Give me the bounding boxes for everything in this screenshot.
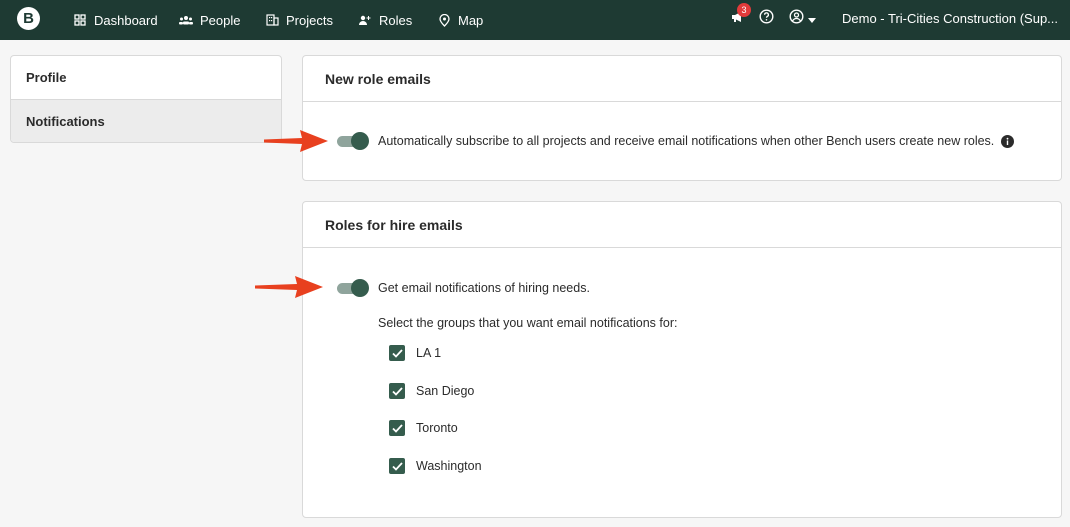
checkmark-icon (391, 461, 403, 471)
sidebar-item-profile[interactable]: Profile (11, 56, 281, 99)
roles-for-hire-emails-card: Roles for hire emails Get email notifica… (302, 201, 1062, 518)
group-label: Toronto (416, 421, 458, 435)
group-checkbox-row[interactable]: Washington (389, 458, 482, 474)
roles-for-hire-toggle[interactable] (337, 279, 369, 297)
new-role-emails-title: New role emails (303, 56, 1061, 102)
nav-map[interactable]: Map (437, 0, 483, 40)
sidebar-item-notifications[interactable]: Notifications (11, 99, 281, 142)
nav-people-label: People (200, 12, 241, 28)
toggle-knob (351, 132, 369, 150)
nav-map-label: Map (458, 12, 484, 28)
roles-icon (358, 13, 372, 27)
toggle-knob (351, 279, 369, 297)
info-icon[interactable] (1001, 134, 1015, 148)
roles-for-hire-toggle-label: Get email notifications of hiring needs. (378, 281, 590, 295)
checkmark-icon (391, 423, 403, 433)
group-checkbox-row[interactable]: LA 1 (389, 345, 441, 361)
checkmark-icon (391, 348, 403, 358)
group-checkbox[interactable] (389, 458, 405, 474)
new-role-emails-toggle[interactable] (337, 132, 369, 150)
nav-projects[interactable]: Projects (265, 0, 333, 40)
account-menu-button[interactable] (786, 9, 818, 29)
group-label: LA 1 (416, 346, 442, 360)
map-pin-icon (437, 13, 451, 27)
notifications-button[interactable]: 3 (729, 3, 751, 28)
nav-roles-label: Roles (379, 12, 413, 28)
roles-for-hire-setting: Get email notifications of hiring needs. (337, 279, 590, 297)
annotation-arrow-icon (264, 130, 328, 152)
group-checkbox-row[interactable]: Toronto (389, 420, 458, 436)
checkmark-icon (391, 386, 403, 396)
top-nav: B Dashboard People Projects Roles Map 3 … (0, 0, 1070, 40)
help-button[interactable] (757, 9, 775, 29)
group-checkbox[interactable] (389, 420, 405, 436)
group-checkbox-row[interactable]: San Diego (389, 383, 474, 399)
grid-icon (73, 13, 87, 27)
annotation-arrow-icon (255, 276, 323, 298)
new-role-emails-setting: Automatically subscribe to all projects … (337, 132, 1015, 150)
group-checkbox[interactable] (389, 383, 405, 399)
settings-sidebar: Profile Notifications (10, 55, 282, 143)
help-icon (758, 9, 774, 29)
nav-dashboard-label: Dashboard (94, 12, 158, 28)
roles-for-hire-emails-title: Roles for hire emails (303, 202, 1061, 248)
group-label: San Diego (416, 384, 475, 398)
account-circle-icon (788, 9, 804, 29)
new-role-emails-toggle-label: Automatically subscribe to all projects … (378, 134, 995, 148)
chevron-down-icon (807, 10, 816, 28)
new-role-emails-card: New role emails Automatically subscribe … (302, 55, 1062, 181)
notification-count-badge: 3 (737, 3, 751, 17)
group-checkbox[interactable] (389, 345, 405, 361)
organization-switcher[interactable]: Demo - Tri-Cities Construction (Sup... (842, 0, 1058, 36)
nav-roles[interactable]: Roles (358, 0, 412, 40)
nav-projects-label: Projects (286, 12, 333, 28)
building-icon (265, 13, 279, 27)
nav-dashboard[interactable]: Dashboard (73, 0, 158, 40)
people-icon (179, 13, 193, 27)
groups-instructions: Select the groups that you want email no… (378, 316, 678, 330)
bench-logo[interactable]: B (17, 7, 40, 30)
nav-people[interactable]: People (179, 0, 240, 40)
group-label: Washington (416, 459, 482, 473)
